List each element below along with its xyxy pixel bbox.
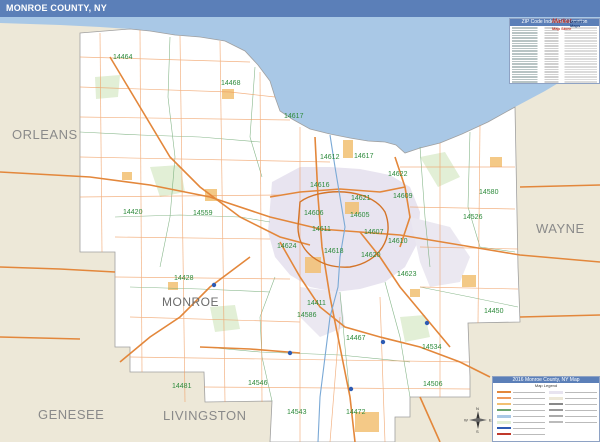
zip-index-row: [512, 58, 597, 60]
zip-index-row: [512, 34, 597, 37]
legend-row: [497, 426, 545, 430]
zip-label: 14420: [123, 209, 143, 216]
zip-index-rows: [510, 26, 599, 83]
zip-label: 14617: [354, 153, 374, 160]
zip-index-row: [512, 52, 597, 55]
zip-label: 14616: [310, 182, 330, 189]
zip-label: 14621: [351, 195, 371, 202]
legend-row: [497, 390, 545, 394]
county-label-wayne: WAYNE: [536, 221, 585, 236]
legend-row: [497, 432, 545, 436]
zip-index-row: [512, 78, 597, 81]
zip-label: 14607: [364, 229, 384, 236]
county-label-monroe: MONROE: [162, 295, 219, 309]
zip-label: 14534: [422, 344, 442, 351]
zip-index-row: [512, 45, 597, 47]
zip-label: 14450: [484, 308, 504, 315]
zip-label: 14472: [346, 409, 366, 416]
zip-label: 14609: [393, 193, 413, 200]
zip-index-row: [512, 81, 597, 83]
zip-label: 14612: [320, 154, 340, 161]
zip-label: 14605: [350, 212, 370, 219]
map-legend-panel: 2016 Monroe County, NY Map Map Legend: [492, 376, 600, 442]
zip-label: 14606: [304, 210, 324, 217]
zip-label: 14611: [312, 226, 331, 233]
zip-label: 14546: [248, 380, 268, 387]
zip-label: 14467: [346, 335, 366, 342]
zip-label: 14610: [388, 238, 408, 245]
zip-label: 14624: [277, 243, 297, 250]
zip-index-row: [512, 47, 597, 50]
zip-label: 14543: [287, 409, 307, 416]
legend-row: [497, 414, 545, 418]
zip-index-row: [512, 76, 597, 78]
map-title: MONROE COUNTY, NY: [0, 0, 600, 17]
zip-label: 14618: [324, 248, 344, 255]
zip-index-row: [512, 71, 597, 73]
zip-label: 14620: [361, 252, 381, 259]
zip-label: 14623: [397, 271, 417, 278]
zip-index-row: [512, 73, 597, 76]
zip-label: 14526: [463, 214, 483, 221]
legend-row: [497, 408, 545, 412]
zip-index-row: [512, 68, 597, 71]
legend-row: [549, 408, 597, 412]
county-label-genesee: GENESEE: [38, 407, 104, 422]
zip-index-row: [512, 60, 597, 63]
zip-index-row: [512, 42, 597, 45]
zip-index-row: [512, 39, 597, 42]
logo-sub: Market Maps: [570, 19, 583, 28]
legend-row: [497, 402, 545, 406]
legend-column-right: [549, 390, 597, 426]
zip-label: 14481: [172, 383, 192, 390]
compass-south: S: [476, 429, 479, 434]
zip-index-row: [512, 50, 597, 52]
legend-column-left: [497, 390, 545, 438]
map-window: MONROE COUNTY, NY ORLEANS WAYNE GENESEE …: [0, 0, 600, 442]
zip-index-row: [512, 63, 597, 65]
zip-label: 14464: [113, 54, 133, 61]
logo-tag: Map Store: [552, 26, 572, 31]
zip-label: 14428: [174, 275, 194, 282]
legend-row: [549, 420, 597, 424]
legend-row: [497, 420, 545, 424]
park: [210, 305, 240, 332]
legend-row: [549, 396, 597, 400]
zip-label: 14468: [221, 80, 241, 87]
county-label-livingston: LIVINGSTON: [163, 408, 247, 423]
zip-label: 14506: [423, 381, 443, 388]
compass-west: W: [464, 418, 468, 423]
logo-brand: Market: [552, 19, 572, 25]
zip-index-row: [512, 37, 597, 39]
zip-label: 14580: [479, 189, 499, 196]
park: [95, 75, 120, 99]
legend-row: [549, 402, 597, 406]
market-maps-logo: Market Market Maps Map Store: [552, 19, 594, 32]
compass-north: N: [476, 406, 479, 411]
legend-row: [549, 390, 597, 394]
county-label-orleans: ORLEANS: [12, 127, 78, 142]
zip-label: 14617: [284, 113, 304, 120]
legend-subheader: Map Legend: [534, 383, 558, 388]
legend-row: [549, 414, 597, 418]
zip-index-row: [512, 65, 597, 68]
zip-label: 14559: [193, 210, 213, 217]
zip-label: 14622: [388, 171, 408, 178]
zip-label: 14411: [307, 300, 326, 307]
zip-index-row: [512, 32, 597, 34]
zip-index-row: [512, 55, 597, 58]
legend-row: [497, 396, 545, 400]
zip-label: 14586: [297, 312, 317, 319]
